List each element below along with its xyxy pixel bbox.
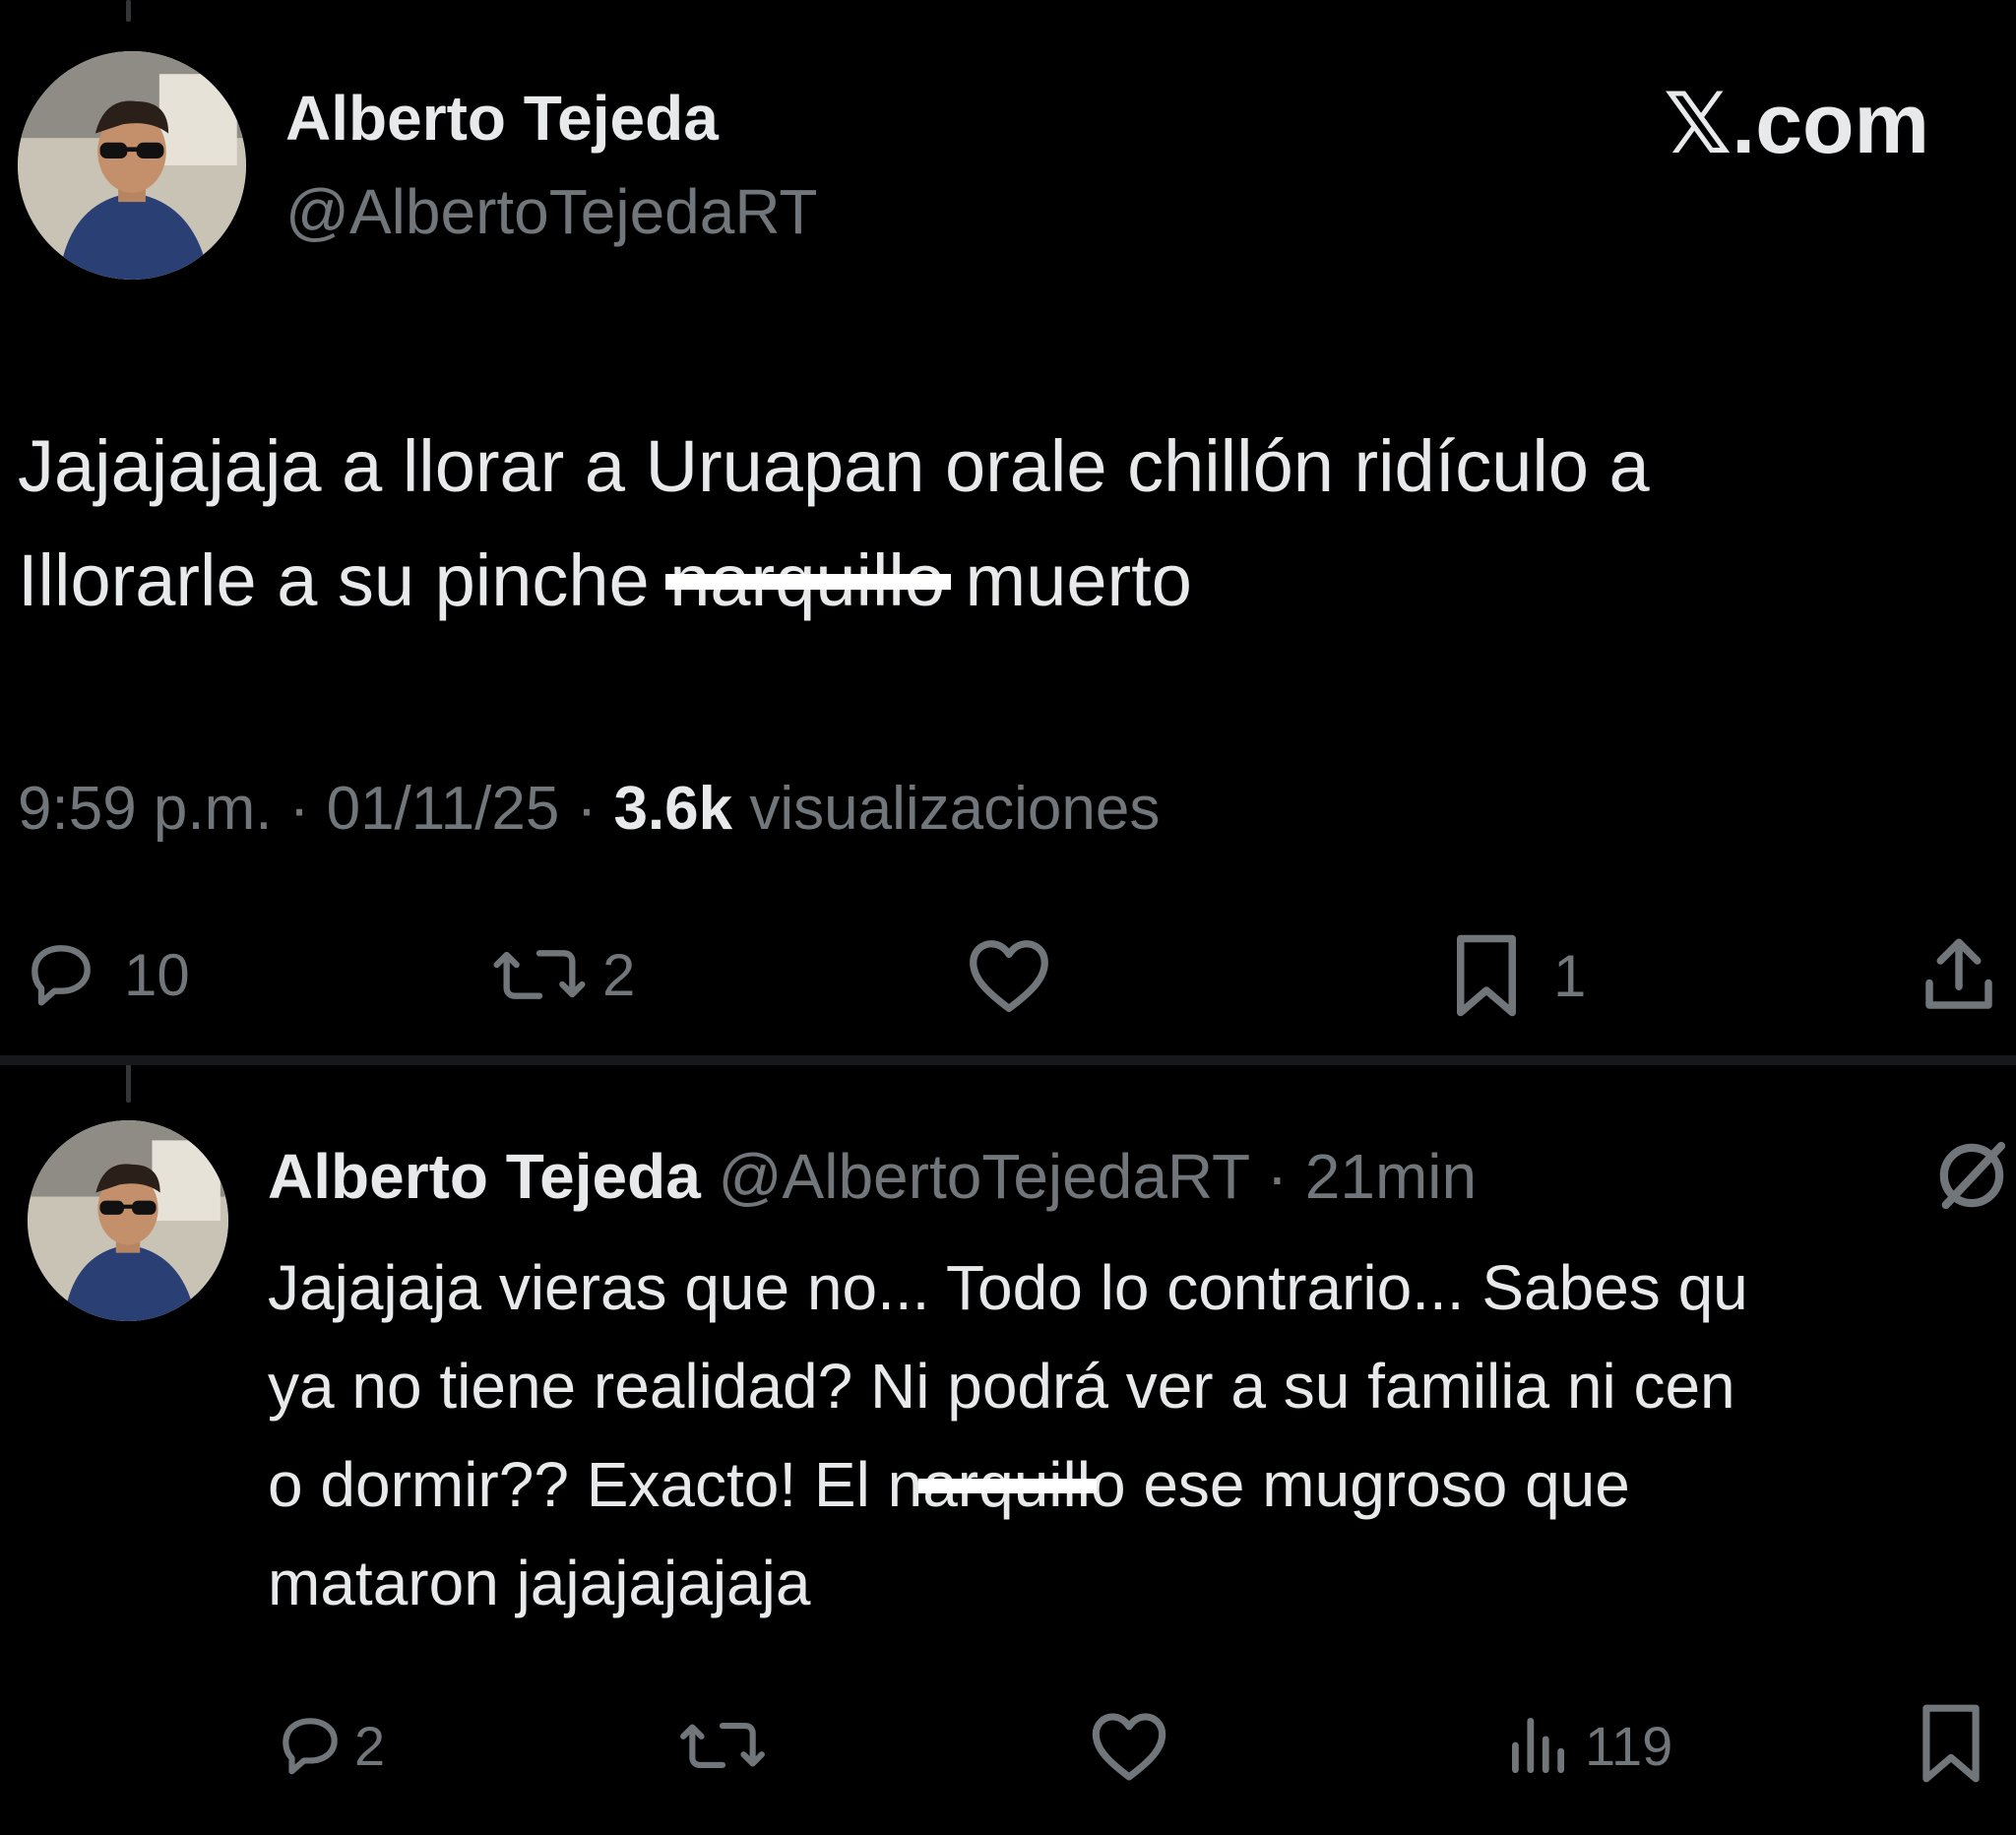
author-handle[interactable]: @AlbertoTejedaRT xyxy=(285,172,818,251)
tweet-divider xyxy=(0,1055,2016,1065)
tweet-text-segment: Illorarle a su pinche xyxy=(18,539,670,621)
reply-header: Alberto Tejeda @AlbertoTejedaRT · 21min xyxy=(268,1138,1477,1215)
tweet-text-line-2: Illorarle a su pinche narquillo muerto xyxy=(18,532,1192,630)
reply-icon xyxy=(32,945,91,1006)
redaction-bar xyxy=(918,1479,1097,1493)
views-button[interactable]: 119 xyxy=(1502,1709,1672,1782)
redacted-word: narquillo xyxy=(665,532,951,630)
reply-button[interactable]: 10 xyxy=(20,935,190,1014)
author-name[interactable]: Alberto Tejeda xyxy=(285,79,719,158)
retweet-count: 2 xyxy=(602,941,636,1008)
meta-separator: · xyxy=(559,775,614,843)
heart-icon xyxy=(1092,1713,1166,1781)
x-logo: 𝕏 .com xyxy=(1664,77,1929,171)
reply-text-segment: o ese mugroso que xyxy=(1090,1449,1630,1520)
reply-icon xyxy=(283,1718,338,1775)
reply-text-line-1: Jajajaja vieras que no... Todo lo contra… xyxy=(268,1252,1748,1323)
bookmark-button[interactable] xyxy=(1916,1701,1986,1786)
share-icon xyxy=(1925,938,1992,1009)
avatar[interactable] xyxy=(28,1120,228,1321)
x-domain: .com xyxy=(1732,77,1930,171)
reply-author-name[interactable]: Alberto Tejeda xyxy=(268,1141,701,1212)
more-options-icon[interactable] xyxy=(1927,1134,2016,1217)
views-count: 119 xyxy=(1585,1714,1673,1777)
reply-text-line-2: ya no tiene realidad? Ni podrá ver a su … xyxy=(268,1351,1735,1422)
views-count: 3.6k xyxy=(613,775,733,843)
redacted-word: arquill xyxy=(918,1439,1097,1530)
reply-text-line-4: mataron jajajajajaja xyxy=(268,1548,811,1618)
share-button[interactable] xyxy=(1916,931,2002,1020)
tweet-meta: 9:59 p.m. · 01/11/25 · 3.6k visualizacio… xyxy=(18,772,1160,847)
retweet-button[interactable]: 2 xyxy=(490,935,635,1014)
reply-button[interactable]: 2 xyxy=(272,1709,385,1782)
tweet-text-segment: muerto xyxy=(945,539,1192,621)
avatar-photo xyxy=(18,51,246,280)
reply-text-segment: o dormir?? Exacto! El n xyxy=(268,1449,923,1520)
tweet-time[interactable]: 9:59 p.m. xyxy=(18,775,272,843)
tweet-date[interactable]: 01/11/25 xyxy=(327,775,560,843)
bookmark-count: 1 xyxy=(1553,942,1587,1009)
views-icon xyxy=(1512,1717,1565,1774)
reply-count: 2 xyxy=(354,1714,386,1777)
avatar[interactable] xyxy=(18,51,246,280)
reply-meta[interactable]: @AlbertoTejedaRT · 21min xyxy=(719,1141,1478,1212)
tweet-text-line-1: Jajajajaja a llorar a Uruapan orale chil… xyxy=(18,425,1650,507)
redaction-bar xyxy=(665,574,951,590)
retweet-button[interactable] xyxy=(677,1709,768,1782)
reply-count: 10 xyxy=(124,941,190,1008)
slash-circle-icon xyxy=(1939,1141,2006,1210)
reply-text-line-3: o dormir?? Exacto! El narquill o ese mugr… xyxy=(268,1439,1630,1530)
bookmark-icon xyxy=(1922,1704,1980,1783)
like-button[interactable] xyxy=(1087,1707,1171,1784)
heart-icon xyxy=(970,940,1048,1012)
bookmark-icon xyxy=(1457,934,1516,1017)
like-button[interactable] xyxy=(963,933,1055,1016)
retweet-icon xyxy=(680,1723,765,1768)
retweet-icon xyxy=(493,950,586,999)
views-label: visualizaciones xyxy=(732,775,1161,843)
thread-line-top xyxy=(126,0,131,22)
meta-separator: · xyxy=(272,775,327,843)
x-icon: 𝕏 xyxy=(1664,75,1732,173)
bookmark-button[interactable]: 1 xyxy=(1447,931,1586,1020)
avatar-photo xyxy=(28,1120,228,1321)
